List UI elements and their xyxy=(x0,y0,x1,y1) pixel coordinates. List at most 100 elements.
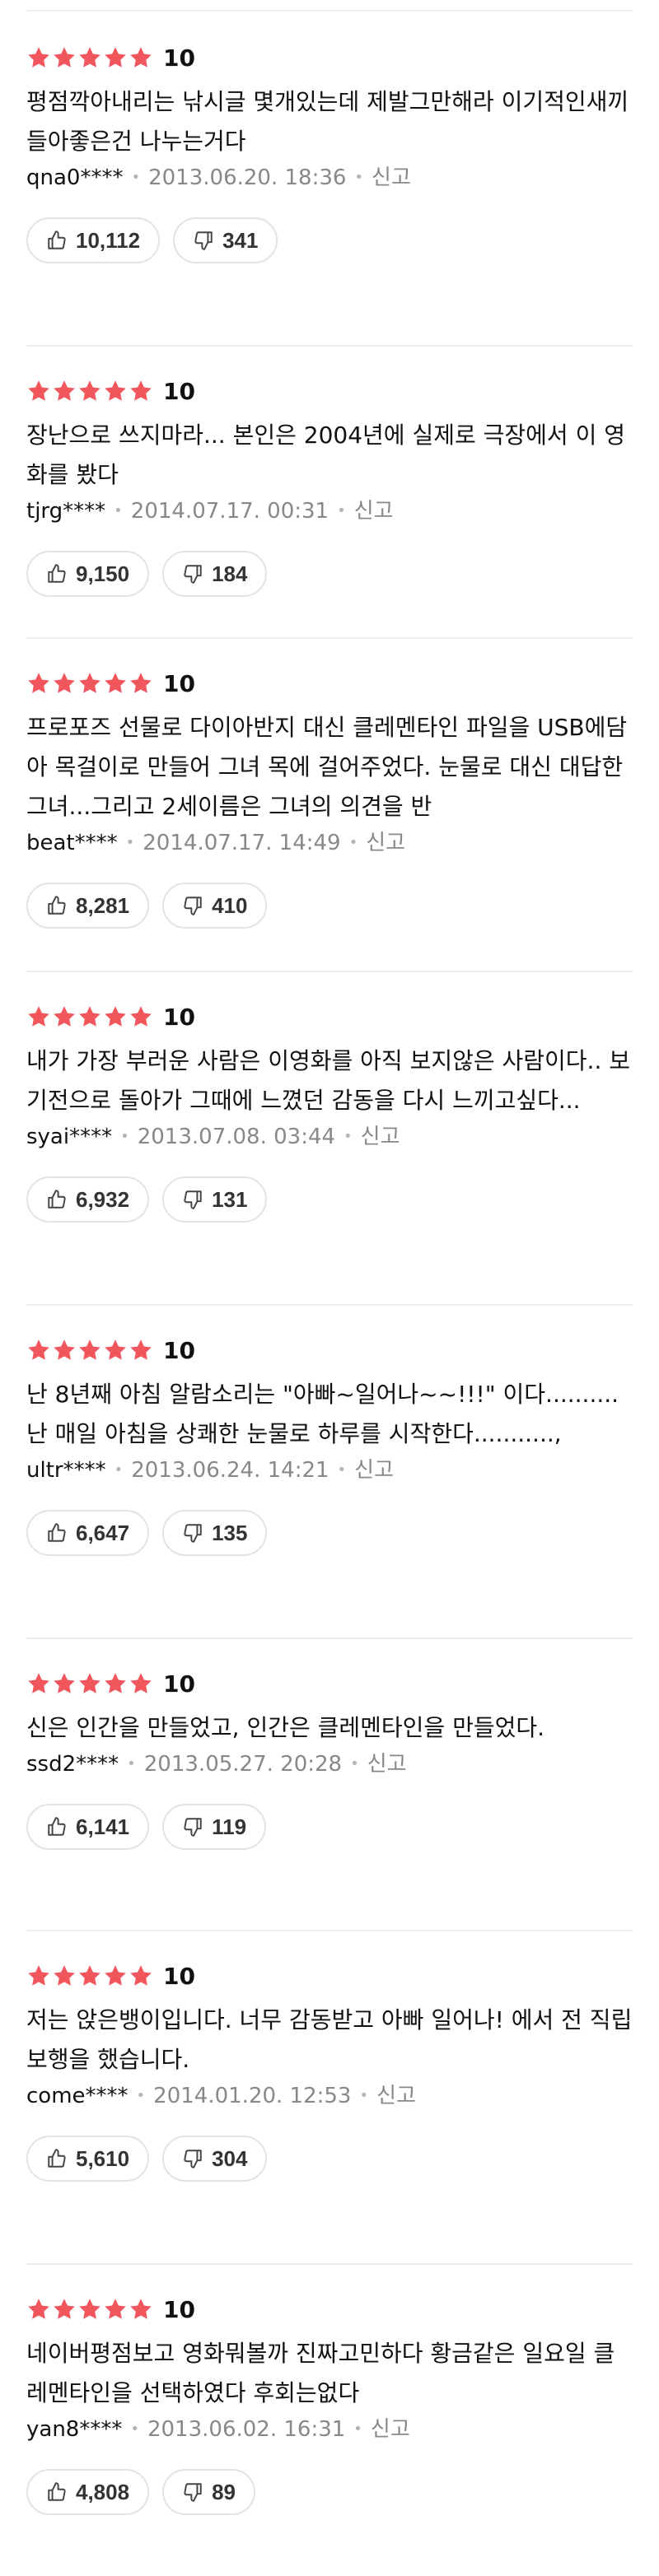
review-text: 내가 가장 부러운 사람은 이영화를 아직 보지않은 사람이다.. 보기전으로 … xyxy=(26,1047,631,1114)
review-text: 장난으로 쓰지마라... 본인은 2004년에 실제로 극장에서 이 영화를 봤… xyxy=(26,422,625,488)
star-icon xyxy=(79,673,100,693)
separator-dot: • xyxy=(120,1128,129,1145)
like-button[interactable]: 6,932 xyxy=(26,1176,150,1223)
separator-dot: • xyxy=(348,834,358,851)
dislike-count: 135 xyxy=(212,1520,248,1545)
thumbs-down-icon xyxy=(184,897,202,915)
star-rating xyxy=(26,1338,153,1363)
author-id: beat**** xyxy=(26,831,118,855)
review-date: 2013.06.20. 18:36 xyxy=(148,165,347,190)
star-icon xyxy=(79,1006,100,1027)
like-button[interactable]: 8,281 xyxy=(26,883,150,929)
like-button[interactable]: 10,112 xyxy=(26,217,161,263)
dislike-button[interactable]: 119 xyxy=(162,1804,267,1850)
like-count: 6,932 xyxy=(76,1186,130,1212)
separator-dot: • xyxy=(127,1755,136,1772)
thumbs-up-icon xyxy=(48,2149,66,2168)
thumbs-down-icon xyxy=(184,565,202,584)
score: 10 xyxy=(163,2295,195,2323)
dislike-count: 341 xyxy=(222,227,259,253)
rating-row: 10 xyxy=(26,1334,633,1367)
star-icon xyxy=(105,2299,126,2319)
review-meta: syai**** • 2013.07.08. 03:44 • 신고 xyxy=(26,1120,633,1153)
review-text: 평점깍아내리는 낚시글 몇개있는데 제발그만해라 이기적인새끼들아좋은건 나누는… xyxy=(26,88,629,155)
separator-dot: • xyxy=(354,169,364,186)
rating-row: 10 xyxy=(26,2293,633,2326)
review-item: 10 장난으로 쓰지마라... 본인은 2004년에 실제로 극장에서 이 영화… xyxy=(0,345,659,637)
thumbs-up-icon xyxy=(48,1523,66,1542)
vote-row: 6,647 135 xyxy=(26,1510,633,1556)
like-count: 4,808 xyxy=(76,2479,130,2504)
separator-dot: • xyxy=(125,834,135,851)
like-count: 6,647 xyxy=(76,1520,130,1545)
review-meta: ssd2**** • 2013.05.27. 20:28 • 신고 xyxy=(26,1748,633,1781)
thumbs-up-icon xyxy=(48,2482,66,2501)
dislike-count: 304 xyxy=(212,2145,248,2171)
review-date: 2013.06.24. 14:21 xyxy=(131,1458,330,1483)
separator-dot: • xyxy=(131,169,141,186)
report-link[interactable]: 신고 xyxy=(354,1454,394,1487)
dislike-button[interactable]: 304 xyxy=(162,2136,268,2182)
review-text: 프로포즈 선물로 다이아반지 대신 클레멘타인 파일을 USB에담아 목걸이로 … xyxy=(26,714,628,820)
like-button[interactable]: 4,808 xyxy=(26,2469,150,2515)
review-item: 10 저는 앉은뱅이입니다. 너무 감동받고 아빠 일어나! 에서 전 직립보행… xyxy=(0,1930,659,2263)
review-meta: ultr**** • 2013.06.24. 14:21 • 신고 xyxy=(26,1454,633,1487)
dislike-button[interactable]: 135 xyxy=(162,1510,268,1556)
score: 10 xyxy=(163,1670,195,1698)
report-link[interactable]: 신고 xyxy=(371,2413,410,2446)
review-text: 저는 앉은뱅이입니다. 너무 감동받고 아빠 일어나! 에서 전 직립보행을 했… xyxy=(26,2006,633,2073)
star-icon xyxy=(79,47,100,68)
star-icon xyxy=(130,380,152,401)
dislike-button[interactable]: 410 xyxy=(162,883,268,929)
like-button[interactable]: 9,150 xyxy=(26,551,150,597)
vote-row: 8,281 410 xyxy=(26,883,633,929)
star-icon xyxy=(105,673,126,693)
separator-dot: • xyxy=(114,502,123,519)
report-link[interactable]: 신고 xyxy=(372,161,411,194)
thumbs-down-icon xyxy=(184,1818,202,1837)
dislike-button[interactable]: 184 xyxy=(162,551,268,597)
report-link[interactable]: 신고 xyxy=(376,2080,416,2113)
author-id: ssd2**** xyxy=(26,1752,119,1777)
star-icon xyxy=(54,1006,75,1027)
separator-dot: • xyxy=(337,1461,347,1479)
thumbs-up-icon xyxy=(48,564,66,583)
author-id: come**** xyxy=(26,2084,129,2108)
star-icon xyxy=(79,1339,100,1360)
thumbs-down-icon xyxy=(184,2150,202,2168)
dislike-button[interactable]: 341 xyxy=(173,217,278,263)
star-icon xyxy=(130,1673,152,1693)
star-rating xyxy=(26,2297,153,2322)
like-count: 10,112 xyxy=(76,227,141,253)
review-item: 10 난 8년째 아침 알람소리는 "아빠~일어나~~!!!" 이다......… xyxy=(0,1304,659,1637)
like-button[interactable]: 6,141 xyxy=(26,1804,150,1850)
star-icon xyxy=(28,1006,49,1027)
rating-row: 10 xyxy=(26,41,633,74)
report-link[interactable]: 신고 xyxy=(367,1748,407,1781)
star-icon xyxy=(105,380,126,401)
report-link[interactable]: 신고 xyxy=(366,827,405,859)
score: 10 xyxy=(163,1003,195,1031)
vote-row: 5,610 304 xyxy=(26,2136,633,2182)
report-link[interactable]: 신고 xyxy=(361,1120,400,1153)
like-button[interactable]: 5,610 xyxy=(26,2136,150,2182)
like-count: 8,281 xyxy=(76,892,130,918)
vote-row: 6,141 119 xyxy=(26,1804,633,1850)
reviews-container: 10 평점깍아내리는 낚시글 몇개있는데 제발그만해라 이기적인새끼들아좋은건 … xyxy=(0,12,659,2576)
separator-dot: • xyxy=(114,1461,124,1479)
thumbs-down-icon xyxy=(184,1190,202,1209)
author-id: syai**** xyxy=(26,1125,113,1149)
dislike-button[interactable]: 131 xyxy=(162,1176,268,1223)
review-meta: yan8**** • 2013.06.02. 16:31 • 신고 xyxy=(26,2413,633,2446)
vote-row: 4,808 89 xyxy=(26,2469,633,2515)
dislike-button[interactable]: 89 xyxy=(162,2469,255,2515)
star-icon xyxy=(130,1339,152,1360)
star-rating xyxy=(26,1671,153,1696)
star-icon xyxy=(54,380,75,401)
dislike-count: 410 xyxy=(212,892,248,918)
dislike-count: 184 xyxy=(212,561,248,586)
like-button[interactable]: 6,647 xyxy=(26,1510,150,1556)
report-link[interactable]: 신고 xyxy=(354,495,394,528)
review-meta: tjrg**** • 2014.07.17. 00:31 • 신고 xyxy=(26,495,633,528)
thumbs-up-icon xyxy=(48,1817,66,1836)
